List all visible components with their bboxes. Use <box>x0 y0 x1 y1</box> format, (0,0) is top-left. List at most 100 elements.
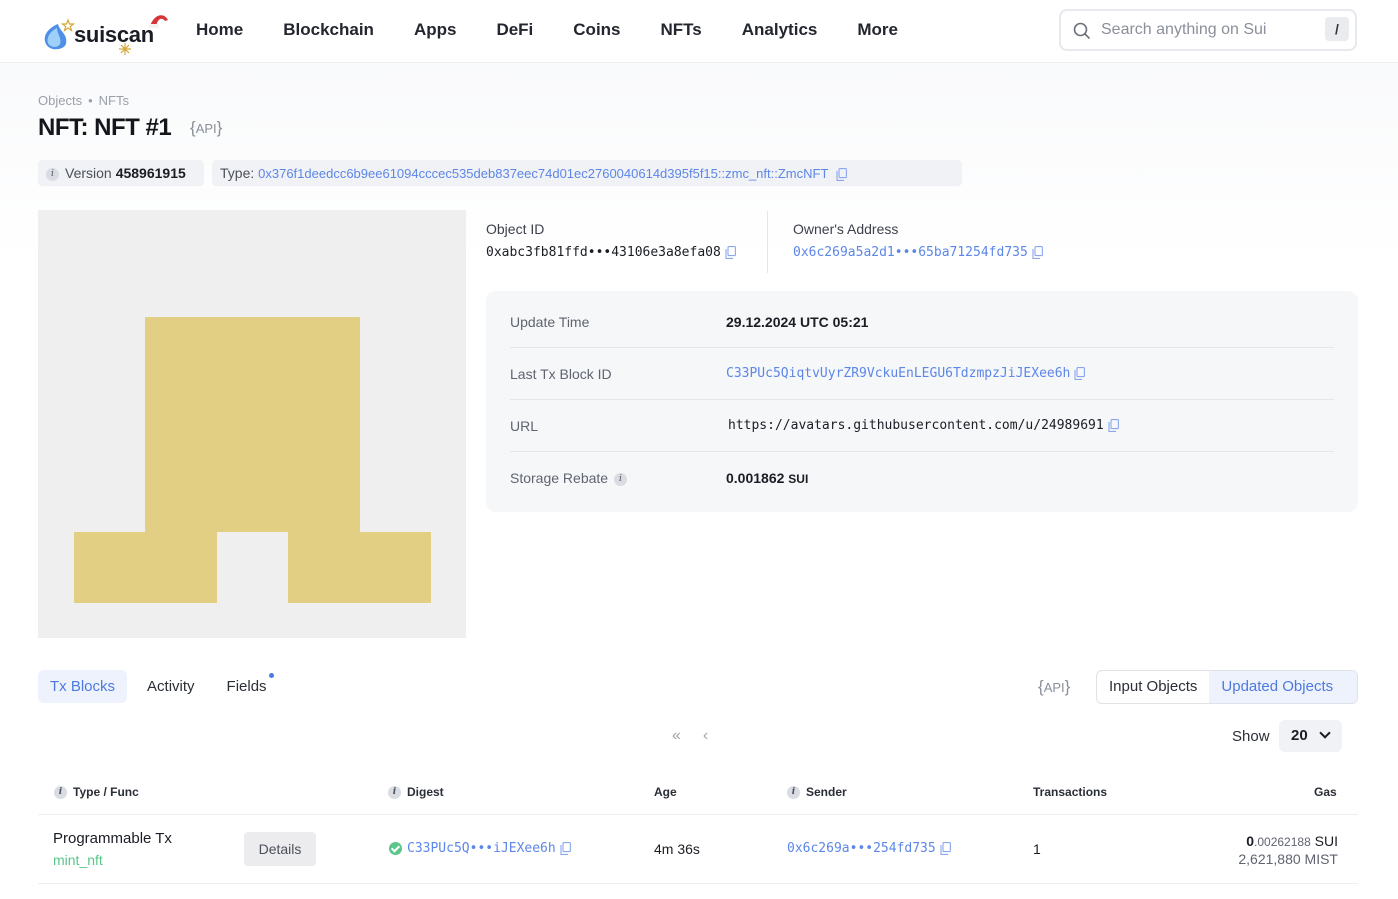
tx-sender: 0x6c269a•••254fd735 <box>787 841 951 856</box>
owner-block: Owner's Address 0x6c269a5a2d1•••65ba7125… <box>793 221 1043 260</box>
tab-fields[interactable]: Fields <box>215 670 279 703</box>
info-icon[interactable]: i <box>388 786 401 800</box>
detail-row-update-time: Update Time 29.12.2024 UTC 05:21 <box>510 297 1334 348</box>
column-header-sender: i Sender <box>787 785 847 800</box>
droplet-logo-icon <box>44 18 76 50</box>
object-id-text: 0xabc3fb81ffd•••43106e3a8efa08 <box>486 245 721 260</box>
url-text[interactable]: https://avatars.githubusercontent.com/u/… <box>728 418 1104 433</box>
nav-coins[interactable]: Coins <box>573 20 620 40</box>
type-value-link[interactable]: 0x376f1deedcc6b9ee61094cccec535deb837eec… <box>258 166 828 181</box>
type-label: Type: <box>220 165 255 181</box>
owner-address-link[interactable]: 0x6c269a5a2d1•••65ba71254fd735 <box>793 245 1028 260</box>
column-header-age: Age <box>654 785 677 799</box>
header-label: Sender <box>806 785 847 799</box>
storage-rebate-label: Storage Rebate <box>510 470 609 486</box>
sui-unit: SUI <box>788 472 809 486</box>
storage-rebate-value: 0.001862 <box>726 470 785 486</box>
nav-defi[interactable]: DeFi <box>496 20 533 40</box>
nft-shape-top <box>145 317 360 532</box>
search-box[interactable]: / <box>1059 9 1357 51</box>
last-tx-link[interactable]: C33PUc5QiqtvUyrZR9VckuEnLEGU6TdzmpzJiJEX… <box>726 366 1070 381</box>
detail-row-storage-rebate: Storage Rebate i 0.001862 SUI <box>510 453 1334 504</box>
main-nav: Home Blockchain Apps DeFi Coins NFTs Ana… <box>196 20 938 40</box>
column-header-transactions: Transactions <box>1033 785 1108 799</box>
api-link[interactable]: {API} <box>1038 677 1070 697</box>
nft-shape-right-foot <box>288 532 431 603</box>
breadcrumb-nfts[interactable]: NFTs <box>99 93 129 108</box>
nav-home[interactable]: Home <box>196 20 243 40</box>
divider <box>767 211 768 273</box>
column-header-type: i Type / Func <box>54 785 139 800</box>
pagination: « ‹ <box>672 727 708 745</box>
api-label: API <box>1043 680 1065 695</box>
details-button[interactable]: Details <box>244 832 316 866</box>
api-label: API <box>195 121 217 136</box>
gas-decimal: .00262188 <box>1254 835 1311 849</box>
chevron-down-icon <box>1319 727 1331 739</box>
updated-objects-button[interactable]: Updated Objects <box>1209 671 1357 703</box>
api-link[interactable]: {API} <box>190 118 222 138</box>
info-icon[interactable]: i <box>46 167 59 181</box>
input-objects-button[interactable]: Input Objects <box>1097 671 1209 703</box>
copy-icon[interactable] <box>836 167 848 181</box>
nav-blockchain[interactable]: Blockchain <box>283 20 374 40</box>
nav-more[interactable]: More <box>857 20 898 40</box>
copy-icon[interactable] <box>940 842 951 855</box>
nav-apps[interactable]: Apps <box>414 20 457 40</box>
snowflake-icon <box>119 43 131 55</box>
breadcrumb-separator: • <box>88 93 93 108</box>
sender-link[interactable]: 0x6c269a•••254fd735 <box>787 841 936 856</box>
brand-name: suiscan <box>74 22 154 47</box>
tx-func[interactable]: mint_nft <box>53 852 103 868</box>
search-shortcut-key: / <box>1325 17 1349 41</box>
page-title: NFT: NFT #1 <box>38 114 172 141</box>
tx-gas-mist: 2,621,880 MIST <box>1238 851 1338 867</box>
nav-nfts[interactable]: NFTs <box>661 20 702 40</box>
header-label: Digest <box>407 785 444 799</box>
copy-icon[interactable] <box>1108 419 1119 432</box>
object-details-panel: Update Time 29.12.2024 UTC 05:21 Last Tx… <box>486 291 1358 512</box>
copy-icon[interactable] <box>1074 367 1086 380</box>
detail-value: C33PUc5QiqtvUyrZR9VckuEnLEGU6TdzmpzJiJEX… <box>726 366 1086 381</box>
copy-icon[interactable] <box>560 842 571 855</box>
tx-type: Programmable Tx <box>53 830 172 847</box>
prev-page-button[interactable]: ‹ <box>703 727 708 745</box>
detail-row-last-tx: Last Tx Block ID C33PUc5QiqtvUyrZR9VckuE… <box>510 349 1334 400</box>
info-icon[interactable]: i <box>613 472 627 486</box>
nav-analytics[interactable]: Analytics <box>742 20 818 40</box>
page-size-value: 20 <box>1291 727 1308 744</box>
digest-link[interactable]: C33PUc5Q•••iJEXee6h <box>407 841 556 856</box>
header-label: Type / Func <box>73 785 139 799</box>
gas-unit: SUI <box>1314 833 1338 849</box>
top-header: suiscan Home Blockchain Apps DeFi Coins … <box>0 0 1398 63</box>
version-chip: i Version 458961915 <box>38 160 204 186</box>
success-check-icon <box>389 842 402 855</box>
breadcrumb-objects[interactable]: Objects <box>38 93 82 108</box>
column-header-gas: Gas <box>1314 785 1337 799</box>
object-id-block: Object ID 0xabc3fb81ffd•••43106e3a8efa08 <box>486 221 736 260</box>
tab-tx-blocks[interactable]: Tx Blocks <box>38 670 128 703</box>
nft-shape-left-foot <box>74 532 217 603</box>
copy-icon[interactable] <box>725 246 736 259</box>
first-page-button[interactable]: « <box>672 727 681 745</box>
nft-image[interactable] <box>38 210 466 638</box>
detail-label: Last Tx Block ID <box>510 366 612 382</box>
column-header-digest: i Digest <box>388 785 444 800</box>
tab-bar: Tx Blocks Activity Fields <box>38 670 287 703</box>
search-input[interactable] <box>1101 19 1311 41</box>
breadcrumb: Objects • NFTs <box>38 93 129 108</box>
detail-row-url: URL https://avatars.githubusercontent.co… <box>510 401 1334 452</box>
table-header: i Type / Func i Digest Age i Sender Transac… <box>38 770 1358 815</box>
tab-activity[interactable]: Activity <box>135 670 207 703</box>
suiscan-logo[interactable]: suiscan <box>38 8 178 56</box>
info-icon[interactable]: i <box>787 786 800 800</box>
type-chip: Type: 0x376f1deedcc6b9ee61094cccec535deb… <box>212 160 962 186</box>
detail-label: Update Time <box>510 314 590 330</box>
gas-integer: 0 <box>1246 833 1255 849</box>
object-id-label: Object ID <box>486 221 545 237</box>
detail-value: 0.001862 SUI <box>726 470 808 486</box>
tx-gas: 0.00262188 SUI <box>1246 833 1338 849</box>
info-icon[interactable]: i <box>54 786 67 800</box>
copy-icon[interactable] <box>1032 246 1043 259</box>
page-size-select[interactable]: 20 <box>1279 720 1342 752</box>
